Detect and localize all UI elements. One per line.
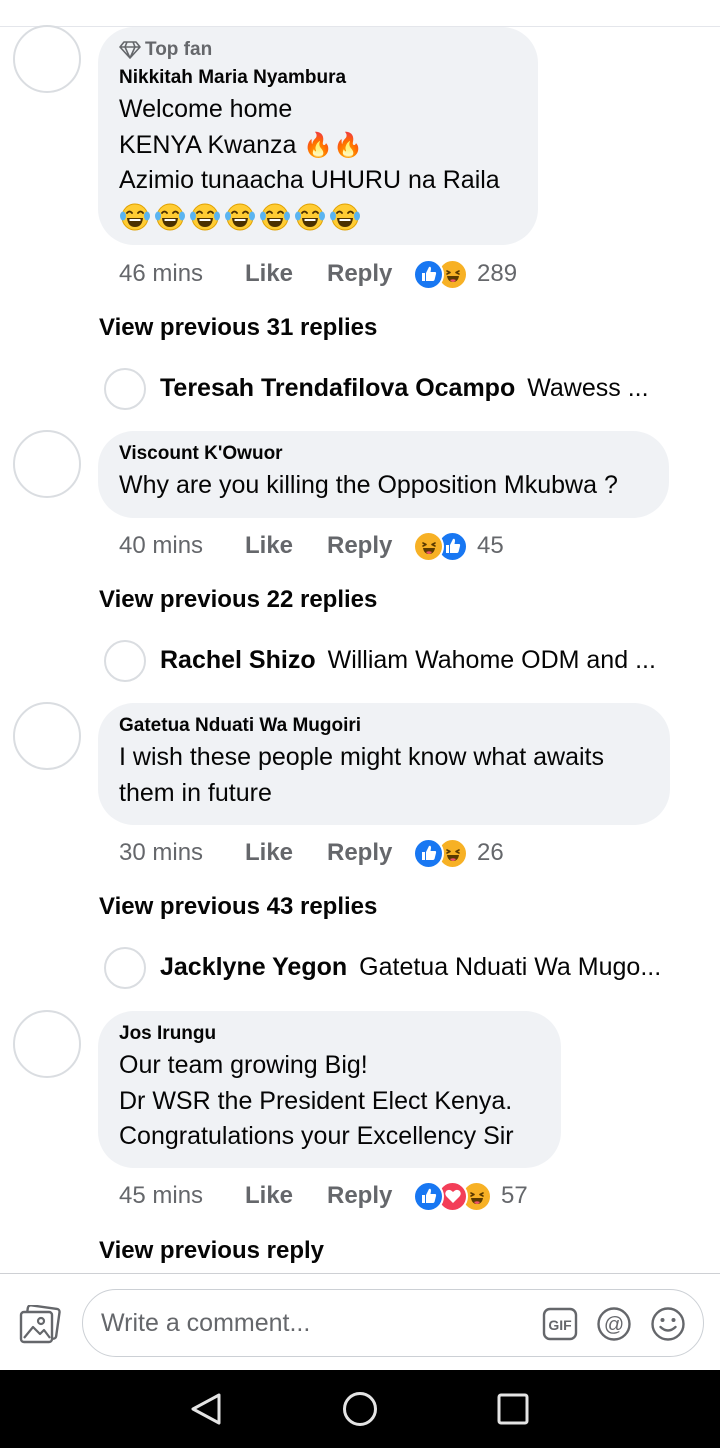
reply-preview[interactable]: Teresah Trendafilova Ocampo Wawess ... xyxy=(160,374,649,403)
reaction-count[interactable]: 57 xyxy=(501,1182,528,1210)
comment-actions: 30 mins Like Reply 26 xyxy=(119,835,504,871)
reaction-count[interactable]: 289 xyxy=(477,260,517,288)
reactions-summary[interactable] xyxy=(413,530,468,562)
reply-snippet: Gatetua Nduati Wa Mugo... xyxy=(359,953,662,981)
comment-time[interactable]: 46 mins xyxy=(119,260,245,288)
recent-apps-icon[interactable] xyxy=(496,1392,530,1426)
emoji-icon[interactable] xyxy=(650,1306,686,1342)
comment-actions: 46 mins Like Reply 289 xyxy=(119,256,517,292)
comment-author[interactable]: Gatetua Nduati Wa Mugoiri xyxy=(119,715,649,737)
reply-button[interactable]: Reply xyxy=(327,532,413,560)
comment-time[interactable]: 40 mins xyxy=(119,532,245,560)
comment-text: Why are you killing the Opposition Mkubw… xyxy=(119,471,618,499)
comment-author[interactable]: Nikkitah Maria Nyambura xyxy=(119,67,517,89)
comment-time[interactable]: 45 mins xyxy=(119,1182,245,1210)
avatar[interactable] xyxy=(13,25,81,93)
avatar[interactable] xyxy=(13,702,81,770)
reply-avatar[interactable] xyxy=(104,947,146,989)
comment-bubble[interactable]: Jos Irungu Our team growing Big! Dr WSR … xyxy=(98,1011,561,1168)
system-navigation-bar xyxy=(0,1370,720,1448)
reply-snippet: Wawess ... xyxy=(527,374,649,402)
comment-actions: 45 mins Like Reply 57 xyxy=(119,1178,528,1214)
photo-icon[interactable] xyxy=(18,1304,62,1345)
reactions-summary[interactable] xyxy=(413,837,468,869)
tears-of-joy-emoji-icon xyxy=(329,202,361,232)
reaction-count[interactable]: 45 xyxy=(477,532,504,560)
reply-preview[interactable]: Rachel Shizo William Wahome ODM and ... xyxy=(160,646,656,675)
view-previous-replies[interactable]: View previous 22 replies xyxy=(99,586,377,614)
svg-text:@: @ xyxy=(604,1314,624,1336)
home-icon[interactable] xyxy=(342,1391,378,1427)
comment-text-line-3: Azimio tunaacha UHURU na Raila xyxy=(119,166,500,194)
view-previous-replies[interactable]: View previous 31 replies xyxy=(99,314,377,342)
comment-text: Welcome home KENYA Kwanza 🔥🔥 xyxy=(119,92,517,163)
reactions-summary[interactable] xyxy=(413,258,468,290)
avatar[interactable] xyxy=(13,1010,81,1078)
tears-of-joy-emoji-icon xyxy=(224,202,256,232)
comment-placeholder: Write a comment... xyxy=(101,1309,311,1337)
reactions-summary[interactable] xyxy=(413,1180,492,1212)
comment-author[interactable]: Viscount K'Owuor xyxy=(119,443,648,465)
reply-author[interactable]: Rachel Shizo xyxy=(160,646,316,675)
comments-feed[interactable]: Top fan Nikkitah Maria Nyambura Welcome … xyxy=(0,0,720,1273)
view-previous-replies[interactable]: View previous 43 replies xyxy=(99,893,377,921)
reply-avatar[interactable] xyxy=(104,640,146,682)
laughing-emoji-row xyxy=(119,202,517,232)
top-fan-label: Top fan xyxy=(145,39,213,60)
svg-text:GIF: GIF xyxy=(548,1317,572,1333)
like-reaction-icon xyxy=(413,258,444,290)
diamond-icon xyxy=(119,41,141,59)
like-button[interactable]: Like xyxy=(245,1182,327,1210)
reply-author[interactable]: Jacklyne Yegon xyxy=(160,953,347,982)
like-button[interactable]: Like xyxy=(245,532,327,560)
comment-bubble[interactable]: Viscount K'Owuor Why are you killing the… xyxy=(98,431,669,518)
comment-actions: 40 mins Like Reply 45 xyxy=(119,528,504,564)
top-fan-badge: Top fan xyxy=(119,39,517,61)
comment-input[interactable]: Write a comment... GIF @ xyxy=(82,1289,704,1357)
tears-of-joy-emoji-icon xyxy=(294,202,326,232)
reaction-count[interactable]: 26 xyxy=(477,839,504,867)
like-button[interactable]: Like xyxy=(245,260,327,288)
haha-reaction-icon xyxy=(413,530,444,562)
comment-composer: Write a comment... GIF @ xyxy=(0,1273,720,1370)
like-reaction-icon xyxy=(413,1180,444,1212)
reply-author[interactable]: Teresah Trendafilova Ocampo xyxy=(160,374,515,403)
comment-author[interactable]: Jos Irungu xyxy=(119,1023,540,1045)
reply-avatar[interactable] xyxy=(104,368,146,410)
like-reaction-icon xyxy=(413,837,444,869)
tears-of-joy-emoji-icon xyxy=(259,202,291,232)
like-button[interactable]: Like xyxy=(245,839,327,867)
gif-icon[interactable]: GIF xyxy=(542,1307,578,1341)
reply-button[interactable]: Reply xyxy=(327,839,413,867)
fire-emoji: 🔥🔥 xyxy=(303,131,364,159)
top-strip xyxy=(0,0,720,27)
back-icon[interactable] xyxy=(189,1392,225,1426)
comment-text: I wish these people might know what awai… xyxy=(119,743,604,807)
tears-of-joy-emoji-icon xyxy=(189,202,221,232)
comment-text-lines: Welcome home KENYA Kwanza xyxy=(119,95,297,159)
comment-time[interactable]: 30 mins xyxy=(119,839,245,867)
view-previous-replies[interactable]: View previous reply xyxy=(99,1237,324,1265)
comment-text: Our team growing Big! Dr WSR the Preside… xyxy=(119,1051,514,1150)
comment-bubble[interactable]: Gatetua Nduati Wa Mugoiri I wish these p… xyxy=(98,703,670,825)
tears-of-joy-emoji-icon xyxy=(154,202,186,232)
reply-button[interactable]: Reply xyxy=(327,260,413,288)
reply-button[interactable]: Reply xyxy=(327,1182,413,1210)
tears-of-joy-emoji-icon xyxy=(119,202,151,232)
avatar[interactable] xyxy=(13,430,81,498)
reply-preview[interactable]: Jacklyne Yegon Gatetua Nduati Wa Mugo... xyxy=(160,953,661,982)
comment-bubble[interactable]: Top fan Nikkitah Maria Nyambura Welcome … xyxy=(98,27,538,245)
reply-snippet: William Wahome ODM and ... xyxy=(327,646,656,674)
mention-icon[interactable]: @ xyxy=(596,1306,632,1342)
